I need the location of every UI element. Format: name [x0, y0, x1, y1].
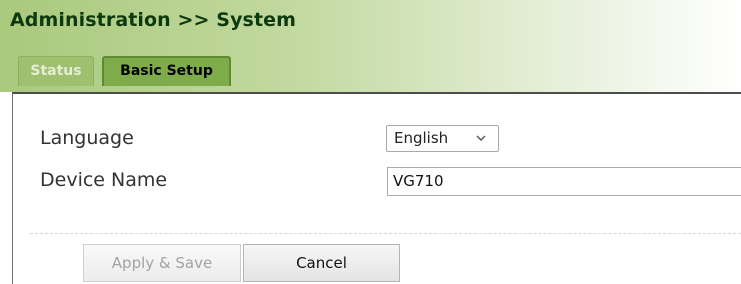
- tab-status[interactable]: Status: [18, 56, 94, 86]
- page: Administration >> System Status Basic Se…: [0, 0, 741, 284]
- chevron-down-icon: [476, 135, 486, 141]
- device-name-label: Device Name: [40, 169, 168, 191]
- language-selected-value: English: [394, 129, 449, 147]
- page-header: Administration >> System Status Basic Se…: [0, 0, 741, 92]
- form-divider: [30, 233, 741, 234]
- language-label: Language: [40, 127, 134, 149]
- apply-save-button[interactable]: Apply & Save: [83, 244, 241, 282]
- tab-basic-setup[interactable]: Basic Setup: [102, 56, 231, 86]
- cancel-button[interactable]: Cancel: [243, 244, 400, 282]
- language-select[interactable]: English: [386, 125, 499, 152]
- device-name-input[interactable]: VG710: [387, 167, 741, 196]
- page-title: Administration >> System: [10, 9, 297, 31]
